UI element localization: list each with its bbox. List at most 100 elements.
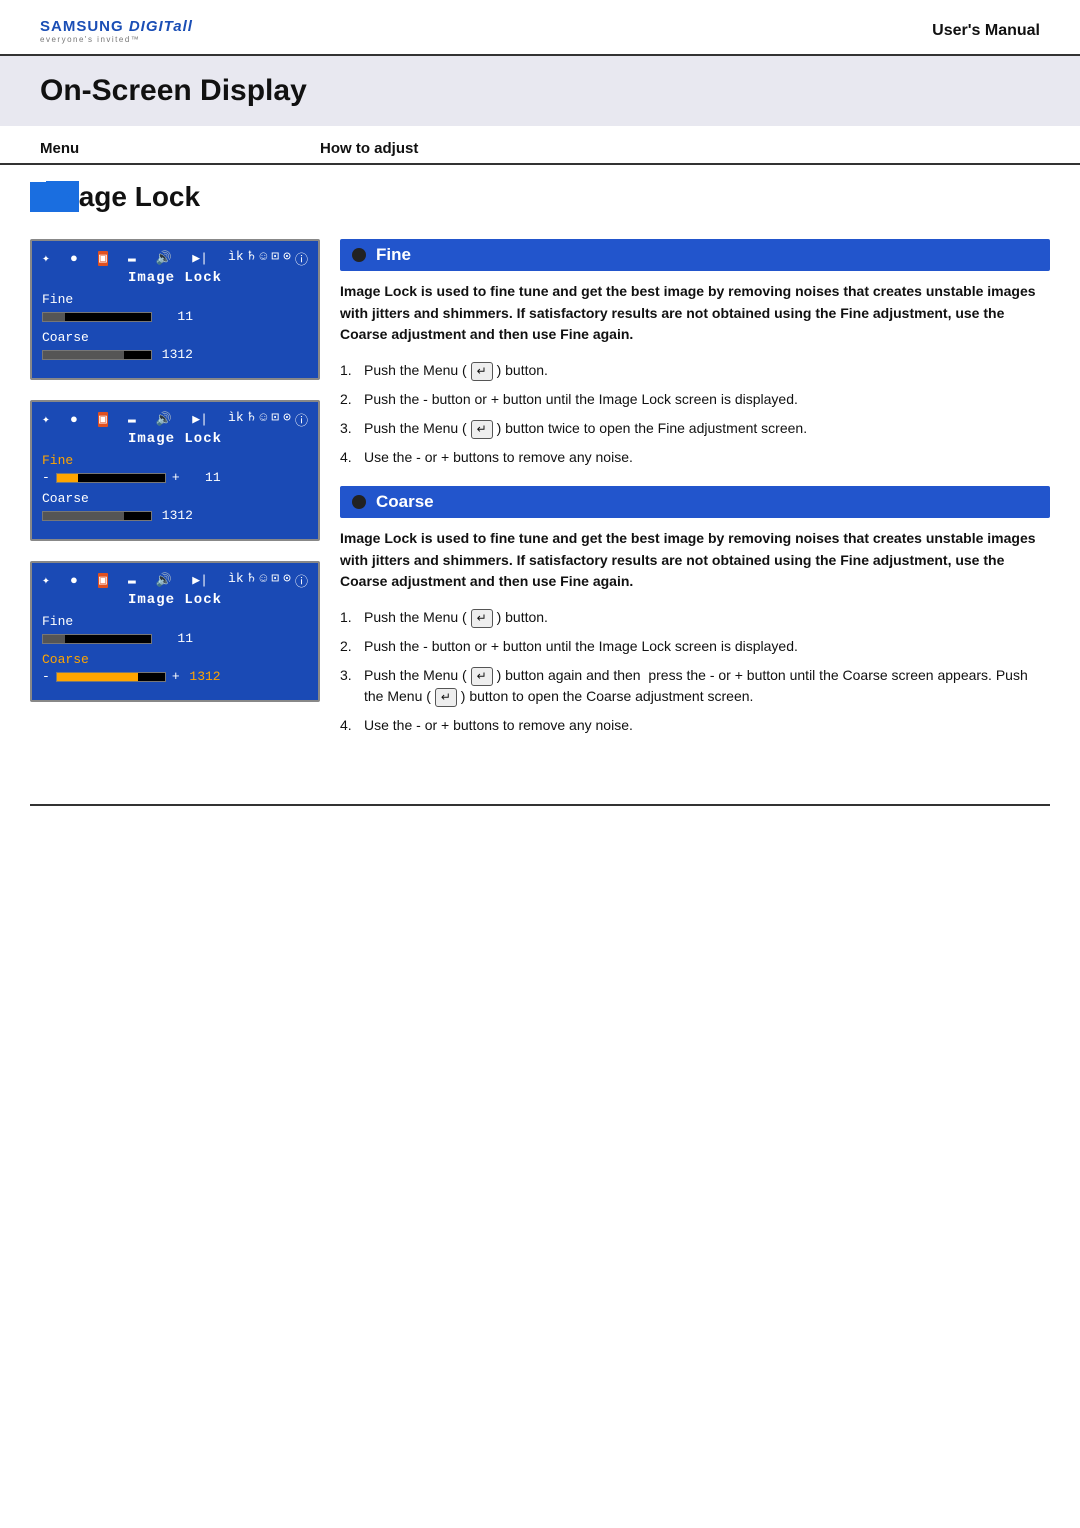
osd-coarse-bar-row-3: - + 1312 [42,669,308,684]
coarse-step-1-text: Push the Menu ( ↵ ) button. [364,607,548,628]
coarse-step-4-text: Use the - or + buttons to remove any noi… [364,715,633,736]
osd-fine-bar-bg-3 [42,634,152,644]
coarse-step-1: 1. Push the Menu ( ↵ ) button. [340,607,1050,628]
coarse-section-title: Coarse [376,492,434,512]
coarse-step-2-text: Push the - button or + button until the … [364,636,798,657]
osd-icon-square-3: ⊡ [271,571,279,590]
samsung-text: SAMSUNG [40,18,129,35]
fine-step-4: 4. Use the - or + buttons to remove any … [340,447,1050,468]
osd-minus-2: - [42,470,50,485]
fine-step-2-num: 2. [340,389,358,410]
osd-icon-circle: ● [70,251,78,266]
osd-icon-k: ìk [228,249,244,268]
coarse-steps-list: 1. Push the Menu ( ↵ ) button. 2. Push t… [340,607,1050,736]
osd-screen-3: ✦ ● ▣ ▬ 🔊 ▶| ìk ♄ ☺ ⊡ ⊙ ⓘ Image Lock Fin… [30,561,320,702]
coarse-dot-icon [352,495,366,509]
osd-fine-val-3: 11 [158,631,193,646]
osd-fine-label-3: Fine [42,614,308,629]
osd-coarse-val-2: 1312 [158,508,193,523]
digital-text: DIGITall [129,18,193,35]
osd-coarse-label-1: Coarse [42,330,308,345]
osd-fine-bar-row-3: 11 [42,631,308,646]
osd-icon-square-2: ⊡ [271,410,279,429]
osd-coarse-label-2: Coarse [42,491,308,506]
fine-dot-icon [352,248,366,262]
osd-icon-image: ▣ [98,251,108,266]
osd-icon-arrow-3: ▶| [192,573,208,588]
samsung-name-text: SAMSUNG DIGITall [40,18,193,35]
fine-step-4-text: Use the - or + buttons to remove any noi… [364,447,633,468]
osd-fine-val-2: 11 [186,470,221,485]
osd-fine-label-2: Fine [42,453,308,468]
osd-icon-saturn: ♄ [248,249,256,268]
fine-step-3-num: 3. [340,418,358,439]
column-headers: Menu How to adjust [0,126,1080,165]
osd-title-1: Image Lock [42,270,308,286]
image-lock-rest: age Lock [79,181,200,212]
osd-fine-bar-fill-3 [43,635,65,643]
fine-section-title: Fine [376,245,411,265]
menu-btn-icon-c3a: ↵ [471,667,493,686]
osd-icons-row-3: ✦ ● ▣ ▬ 🔊 ▶| ìk ♄ ☺ ⊡ ⊙ ⓘ [42,571,308,590]
fine-description: Image Lock is used to fine tune and get … [340,281,1050,346]
footer-divider [30,804,1050,806]
osd-plus-3: + [172,669,180,684]
osd-plus-2: + [172,470,180,485]
fine-section-bar: Fine [340,239,1050,271]
osd-title-3: Image Lock [42,592,308,608]
osd-icons-row2-2: ìk ♄ ☺ ⊡ ⊙ ⓘ [228,410,308,429]
osd-icon-arrow-2: ▶| [192,412,208,427]
osd-coarse-bar-bg-1 [42,350,152,360]
samsung-logo: SAMSUNG DIGITall everyone's invited™ [40,18,193,44]
osd-icon-circle-2: ● [70,412,78,427]
osd-fine-label-1: Fine [42,292,308,307]
how-to-adjust-col-header: How to adjust [320,140,418,157]
fine-step-2-text: Push the - button or + button until the … [364,389,798,410]
menu-btn-icon-f3: ↵ [471,420,493,439]
osd-coarse-item-1: Coarse 1312 [42,330,308,362]
image-lock-section: Image Lock [0,165,1080,219]
osd-coarse-item-3: Coarse - + 1312 [42,652,308,684]
osd-screens-column: ✦ ● ▣ ▬ 🔊 ▶| ìk ♄ ☺ ⊡ ⊙ ⓘ Image Lock Fin… [30,239,320,754]
osd-icon-saturn-3: ♄ [248,571,256,590]
fine-steps-list: 1. Push the Menu ( ↵ ) button. 2. Push t… [340,360,1050,468]
osd-fine-bar-bg-2 [56,473,166,483]
osd-coarse-bar-row-2: 1312 [42,508,308,523]
osd-icon-saturn-2: ♄ [248,410,256,429]
osd-coarse-bar-bg-3 [56,672,166,682]
menu-btn-icon-c1: ↵ [471,609,493,628]
osd-icon-clock-2: ⊙ [283,410,291,429]
menu-col-header: Menu [40,140,320,157]
osd-fine-bar-row-1: 11 [42,309,308,324]
osd-icon-image-2: ▣ [98,412,108,427]
coarse-step-2-num: 2. [340,636,358,657]
osd-fine-item-2: Fine - + 11 [42,453,308,485]
osd-icon-face: ☺ [259,249,267,268]
samsung-tagline: everyone's invited™ [40,35,193,44]
osd-icon-monitor: ▬ [128,251,136,266]
osd-icon-sun-2: ✦ [42,412,50,427]
osd-fine-bar-bg-1 [42,312,152,322]
osd-coarse-val-1: 1312 [158,347,193,362]
osd-icon-k-3: ìk [228,571,244,590]
coarse-step-4-num: 4. [340,715,358,736]
image-lock-highlight [30,182,46,212]
osd-icon-image-3: ▣ [98,573,108,588]
osd-icon-sun: ✦ [42,251,50,266]
osd-icons-row-2: ✦ ● ▣ ▬ 🔊 ▶| ìk ♄ ☺ ⊡ ⊙ ⓘ [42,410,308,429]
coarse-step-4: 4. Use the - or + buttons to remove any … [340,715,1050,736]
osd-icon-arrow: ▶| [192,251,208,266]
osd-fine-bar-row-2: - + 11 [42,470,308,485]
fine-step-1: 1. Push the Menu ( ↵ ) button. [340,360,1050,381]
coarse-step-3-text: Push the Menu ( ↵ ) button again and the… [364,665,1050,707]
osd-icons-row-1: ✦ ● ▣ ▬ 🔊 ▶| ìk ♄ ☺ ⊡ ⊙ ⓘ [42,249,308,268]
osd-fine-item-1: Fine 11 [42,292,308,324]
osd-coarse-bar-row-1: 1312 [42,347,308,362]
osd-minus-3: - [42,669,50,684]
osd-coarse-val-3: 1312 [186,669,221,684]
osd-icon-speaker-2: 🔊 [156,412,172,427]
osd-coarse-bar-fill-1 [43,351,124,359]
osd-coarse-bar-fill-3 [57,673,138,681]
image-lock-title: Image Lock [46,181,200,213]
osd-icon-info-3: ⓘ [295,571,308,590]
